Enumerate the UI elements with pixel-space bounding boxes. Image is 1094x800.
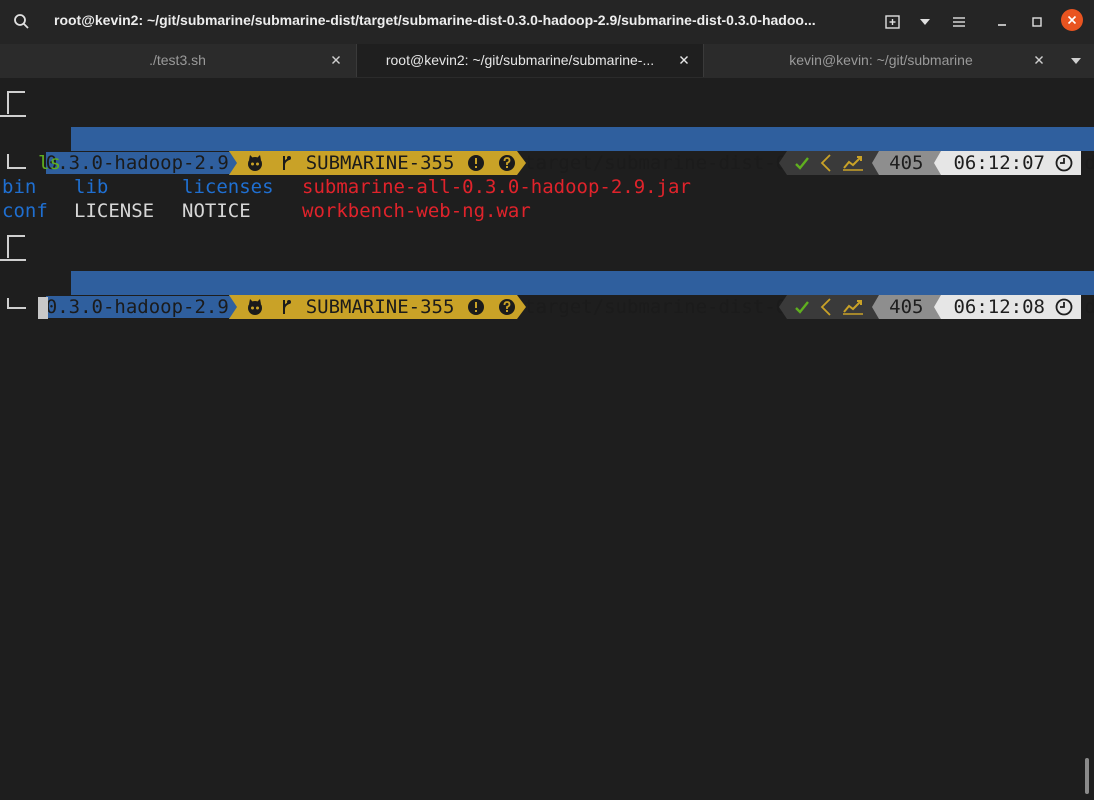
right-prompt: 405 06:12:07 xyxy=(777,151,1081,175)
new-tab-button[interactable] xyxy=(879,8,907,36)
prompt-path-cont: 0.3.0-hadoop-2.9 xyxy=(45,152,229,174)
search-button[interactable] xyxy=(8,8,36,36)
dropdown-button[interactable] xyxy=(911,8,939,36)
alert-icon xyxy=(467,155,484,171)
maximize-icon xyxy=(1032,17,1042,27)
history-count: 405 xyxy=(879,151,934,175)
ls-entry: workbench-web-ng.war xyxy=(302,200,531,222)
minimize-icon xyxy=(998,24,1006,26)
chevron-down-icon xyxy=(920,19,930,25)
right-prompt: 405 06:12:08 xyxy=(777,295,1081,319)
close-icon xyxy=(1067,15,1077,25)
command-text: ls xyxy=(38,152,61,174)
ls-entry: conf xyxy=(2,200,48,222)
window-title: root@kevin2: ~/git/submarine/submarine-d… xyxy=(54,12,816,28)
ls-entry: licenses xyxy=(182,176,274,198)
alert-icon xyxy=(467,299,484,315)
close-icon xyxy=(680,56,688,64)
tab-close-button[interactable] xyxy=(1030,51,1048,69)
ls-entry: lib xyxy=(74,176,109,198)
github-icon xyxy=(247,299,262,315)
tab-list-button[interactable] xyxy=(1066,52,1086,70)
ls-entry: submarine-all-0.3.0-hadoop-2.9.jar xyxy=(302,176,691,198)
segment-arrow-icon xyxy=(517,295,527,319)
tab-label: ./test3.sh xyxy=(149,52,206,68)
segment-arrow-left-icon xyxy=(933,295,942,319)
segment-arrow-left-icon xyxy=(779,151,788,175)
ls-entry: bin xyxy=(2,176,37,198)
git-branch-icon xyxy=(283,300,292,314)
clock-icon xyxy=(1055,298,1073,316)
text-cursor xyxy=(38,297,48,319)
status-segment xyxy=(787,295,872,319)
ls-entry: LICENSE xyxy=(74,200,155,222)
chart-up-icon xyxy=(843,300,864,315)
chevron-down-icon xyxy=(1071,58,1081,64)
terminal-area[interactable]: ~/git/submarine/submarine-dist/target/su… xyxy=(0,78,1094,800)
ls-entry: NOTICE xyxy=(182,200,251,222)
segment-arrow-left-icon xyxy=(933,151,942,175)
tab-close-button[interactable] xyxy=(675,51,693,69)
new-tab-icon xyxy=(885,15,900,29)
close-window-button[interactable] xyxy=(1061,9,1083,31)
github-icon xyxy=(247,155,262,171)
question-icon xyxy=(499,155,516,171)
status-segment xyxy=(787,151,872,175)
prompt-time: 06:12:07 xyxy=(953,152,1045,174)
scrollbar-thumb[interactable] xyxy=(1085,758,1089,794)
segment-arrow-left-icon xyxy=(779,295,788,319)
close-icon xyxy=(332,56,340,64)
tab-kevin[interactable]: kevin@kevin: ~/git/submarine xyxy=(704,44,1058,77)
maximize-button[interactable] xyxy=(1023,8,1051,36)
chevron-left-icon xyxy=(820,298,831,316)
git-branch-name: SUBMARINE-355 xyxy=(305,296,455,318)
check-icon xyxy=(795,301,810,314)
tab-root-kevin2[interactable]: root@kevin2: ~/git/submarine/submarine-.… xyxy=(356,44,704,77)
segment-arrow-icon xyxy=(228,151,243,175)
tab-bar: ./test3.sh root@kevin2: ~/git/submarine/… xyxy=(0,44,1094,78)
segment-arrow-icon xyxy=(228,295,243,319)
prompt-time: 06:12:08 xyxy=(953,296,1045,318)
menu-button[interactable] xyxy=(945,8,973,36)
clock-icon xyxy=(1055,154,1073,172)
tab-test3[interactable]: ./test3.sh xyxy=(0,44,355,77)
minimize-button[interactable] xyxy=(988,8,1016,36)
close-icon xyxy=(1035,56,1043,64)
segment-arrow-left-icon xyxy=(871,295,880,319)
title-bar: root@kevin2: ~/git/submarine/submarine-d… xyxy=(0,0,1094,44)
segment-arrow-left-icon xyxy=(871,151,880,175)
git-branch-name: SUBMARINE-355 xyxy=(305,152,455,174)
time-segment: 06:12:08 xyxy=(941,295,1081,319)
hamburger-icon xyxy=(953,17,965,27)
segment-arrow-icon xyxy=(517,151,527,175)
chart-up-icon xyxy=(843,156,864,171)
tab-close-button[interactable] xyxy=(327,51,345,69)
chevron-left-icon xyxy=(820,154,831,172)
git-branch-icon xyxy=(283,156,292,170)
history-count: 405 xyxy=(879,295,934,319)
search-icon xyxy=(14,14,29,29)
time-segment: 06:12:07 xyxy=(941,151,1081,175)
question-icon xyxy=(499,299,516,315)
prompt-path-cont: 0.3.0-hadoop-2.9 xyxy=(45,296,229,318)
tab-label: kevin@kevin: ~/git/submarine xyxy=(789,52,973,68)
check-icon xyxy=(795,157,810,170)
tab-label: root@kevin2: ~/git/submarine/submarine-.… xyxy=(385,52,655,68)
